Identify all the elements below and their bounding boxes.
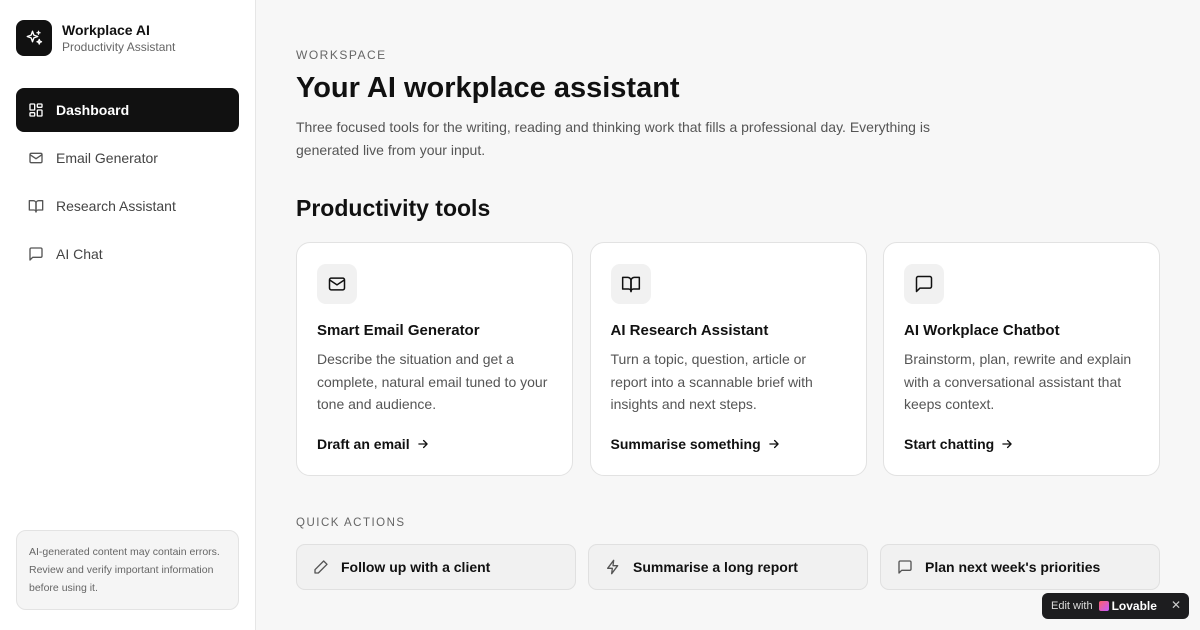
sidebar-item-research-assistant[interactable]: Research Assistant	[16, 184, 239, 228]
message-square-icon	[904, 264, 944, 304]
sidebar-item-email-generator[interactable]: Email Generator	[16, 136, 239, 180]
quick-actions: Follow up with a client Summarise a long…	[296, 544, 1160, 590]
card-link-label: Draft an email	[317, 436, 410, 452]
card-title: AI Workplace Chatbot	[904, 322, 1060, 339]
brand-title: Workplace AI	[62, 22, 150, 38]
card-title: Smart Email Generator	[317, 322, 480, 339]
badge-prefix: Edit with	[1051, 600, 1093, 612]
message-square-icon	[28, 246, 44, 262]
card-link-label: Start chatting	[904, 436, 995, 452]
pencil-icon	[313, 559, 329, 575]
quick-action-follow-up[interactable]: Follow up with a client	[296, 544, 576, 590]
quick-action-label: Follow up with a client	[341, 559, 491, 575]
quick-action-label: Plan next week's priorities	[925, 559, 1101, 575]
badge-brand: Lovable	[1111, 599, 1157, 613]
sparkles-icon	[16, 20, 52, 56]
mail-icon	[317, 264, 357, 304]
quick-action-label: Summarise a long report	[633, 559, 798, 575]
brand-subtitle: Productivity Assistant	[62, 40, 176, 54]
book-open-icon	[610, 264, 651, 304]
sidebar: Workplace AI Productivity Assistant Dash…	[0, 0, 256, 630]
tool-card-research[interactable]: AI Research Assistant Turn a topic, ques…	[589, 242, 867, 476]
brand[interactable]: Workplace AI Productivity Assistant	[16, 20, 175, 56]
start-chatting-link[interactable]: Start chatting	[904, 436, 1014, 452]
sidebar-item-dashboard[interactable]: Dashboard	[16, 88, 239, 132]
tool-cards: Smart Email Generator Describe the situa…	[296, 242, 1160, 476]
card-title: AI Research Assistant	[610, 322, 769, 339]
card-description: Brainstorm, plan, rewrite and explain wi…	[904, 351, 1132, 412]
section-title-productivity-tools: Productivity tools	[296, 195, 491, 221]
book-open-icon	[28, 198, 44, 214]
page-title: Your AI workplace assistant	[296, 72, 680, 104]
sidebar-item-label: AI Chat	[56, 246, 103, 262]
message-square-icon	[897, 559, 913, 575]
quick-actions-label: QUICK ACTIONS	[296, 517, 406, 529]
quick-action-plan-priorities[interactable]: Plan next week's priorities	[880, 544, 1160, 590]
sidebar-nav: Dashboard Email Generator Research Assis…	[16, 88, 239, 280]
page-eyebrow: WORKSPACE	[296, 48, 387, 62]
sidebar-item-label: Dashboard	[56, 102, 130, 118]
card-link-label: Summarise something	[610, 436, 761, 452]
close-icon[interactable]: ✕	[1171, 598, 1181, 612]
arrow-right-icon	[416, 437, 430, 451]
card-description: Turn a topic, question, article or repor…	[610, 351, 813, 412]
card-description: Describe the situation and get a complet…	[317, 351, 548, 412]
arrow-right-icon	[767, 437, 781, 451]
sidebar-item-label: Research Assistant	[56, 198, 176, 214]
mail-icon	[28, 150, 44, 166]
quick-action-summarise-report[interactable]: Summarise a long report	[588, 544, 868, 590]
zap-icon	[605, 559, 621, 575]
tool-card-chatbot[interactable]: AI Workplace Chatbot Brainstorm, plan, r…	[883, 242, 1160, 476]
lovable-logo: Lovable	[1098, 599, 1157, 613]
sidebar-item-label: Email Generator	[56, 150, 158, 166]
arrow-right-icon	[1000, 437, 1014, 451]
page-description: Three focused tools for the writing, rea…	[296, 119, 930, 158]
draft-email-link[interactable]: Draft an email	[317, 436, 430, 452]
edit-with-lovable-badge[interactable]: Edit with Lovable ✕	[1042, 593, 1189, 619]
tool-card-email[interactable]: Smart Email Generator Describe the situa…	[296, 242, 573, 476]
disclaimer-note: AI-generated content may contain errors.…	[16, 530, 239, 610]
layout-dashboard-icon	[28, 102, 44, 118]
lovable-heart-icon	[1098, 601, 1109, 611]
summarise-link[interactable]: Summarise something	[611, 436, 781, 452]
sidebar-item-ai-chat[interactable]: AI Chat	[16, 232, 239, 276]
